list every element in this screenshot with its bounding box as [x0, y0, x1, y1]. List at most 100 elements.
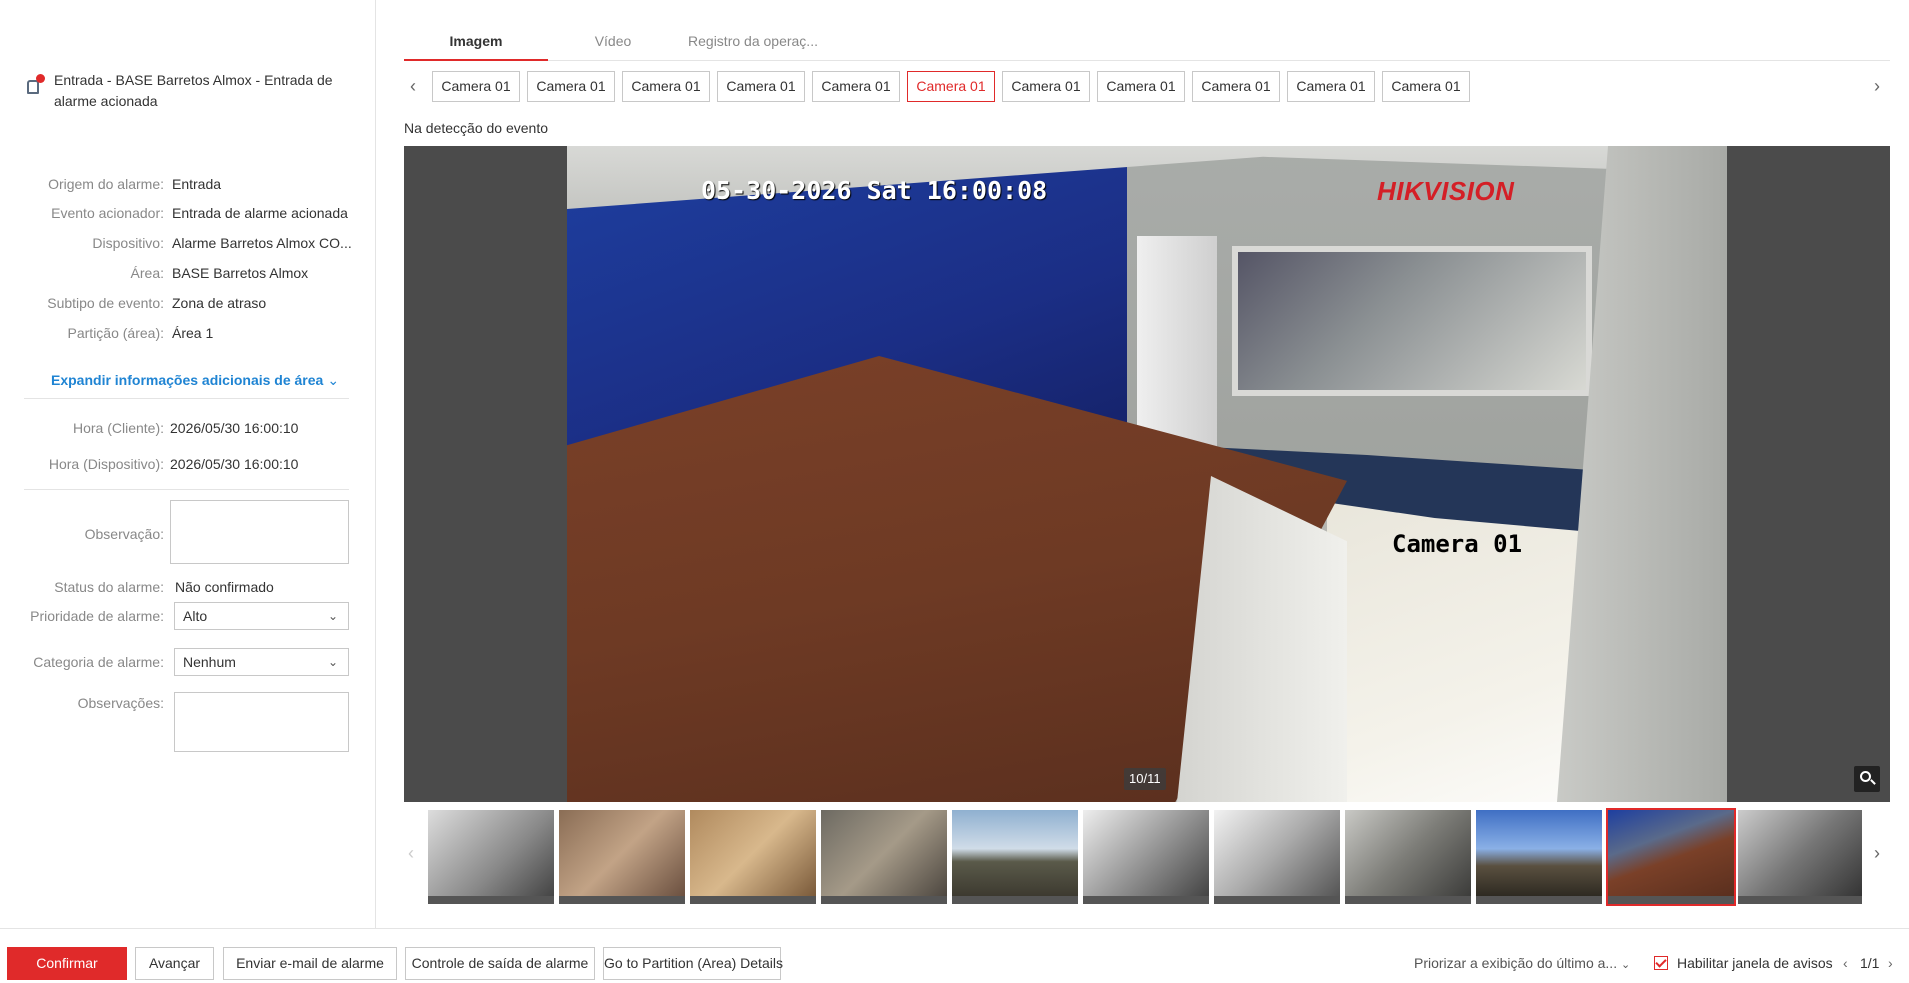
info-label: Subtipo de evento: [47, 295, 164, 311]
camera-button[interactable]: Camera 01 [1192, 71, 1280, 102]
camera-button[interactable]: Camera 01 [432, 71, 520, 102]
event-caption: Na detecção do evento [404, 120, 548, 136]
info-label: Área: [130, 265, 164, 281]
zoom-in-icon[interactable] [1854, 766, 1880, 792]
info-row-origem: Origem do alarme: Entrada [0, 173, 370, 195]
observacao-label: Observação: [84, 526, 164, 542]
prioridade-label: Prioridade de alarme: [30, 608, 164, 624]
chevron-down-icon: ⌄ [327, 609, 338, 623]
confirm-button[interactable]: Confirmar [7, 947, 127, 980]
prioridade-select[interactable]: Alto ⌄ [174, 602, 349, 630]
chevron-right-icon[interactable]: › [1888, 955, 1893, 971]
expand-area-info-link[interactable]: Expandir informações adicionais de área ⌄ [51, 372, 339, 389]
info-value: Entrada [172, 176, 222, 192]
thumbnail[interactable] [1214, 810, 1340, 904]
info-label: Evento acionador: [51, 205, 164, 221]
partition-details-button[interactable]: Go to Partition (Area) Details [603, 947, 783, 980]
priority-display-dropdown[interactable]: Priorizar a exibição do último a... ⌄ [1414, 955, 1630, 971]
tab-imagem[interactable]: Imagem [404, 25, 548, 61]
chevron-right-icon[interactable]: › [1874, 838, 1880, 869]
info-row-subtipo: Subtipo de evento: Zona de atraso [0, 292, 370, 314]
camera-button[interactable]: Camera 01 [1382, 71, 1470, 102]
thumbnail[interactable] [690, 810, 816, 904]
camera-button[interactable]: Camera 01 [622, 71, 710, 102]
categoria-value: Nenhum [183, 654, 236, 670]
thumbnail[interactable] [821, 810, 947, 904]
enable-popup-label: Habilitar janela de avisos [1677, 955, 1833, 971]
chevron-left-icon[interactable]: ‹ [410, 71, 416, 102]
divider [24, 398, 349, 399]
alarm-detail-panel: Entrada - BASE Barretos Almox - Entrada … [0, 0, 376, 928]
time-label: Hora (Dispositivo): [48, 456, 164, 472]
thumbnail[interactable] [428, 810, 554, 904]
prioridade-value: Alto [183, 608, 208, 624]
chevron-down-icon: ⌄ [327, 655, 338, 669]
categoria-label: Categoria de alarme: [33, 654, 164, 670]
info-value: Área 1 [172, 325, 214, 341]
tab-video[interactable]: Vídeo [548, 25, 678, 61]
thumbnail-strip: ‹ › [404, 808, 1890, 906]
info-row-particao: Partição (área): Área 1 [0, 322, 370, 344]
camera-button[interactable]: Camera 01 [527, 71, 615, 102]
time-value: 2026/05/30 16:00:10 [170, 420, 299, 436]
alarm-output-button[interactable]: Controle de saída de alarme [405, 947, 595, 980]
chevron-left-icon[interactable]: ‹ [1843, 955, 1848, 971]
thumbnail[interactable] [1345, 810, 1471, 904]
info-label: Dispositivo: [92, 235, 164, 251]
info-value: Entrada de alarme acionada [172, 205, 348, 221]
time-label: Hora (Cliente): [72, 420, 164, 436]
tab-registro[interactable]: Registro da operaç... [678, 25, 828, 61]
osd-timestamp: 05-30-2026 Sat 16:00:08 [701, 176, 1048, 205]
alarm-title: Entrada - BASE Barretos Almox - Entrada … [54, 72, 333, 109]
image-counter: 10/11 [1124, 768, 1166, 790]
page-indicator: 1/1 [1860, 955, 1880, 971]
camera-button[interactable]: Camera 01 [1287, 71, 1375, 102]
observacoes-field[interactable] [174, 692, 349, 752]
double-chevron-down-icon: ⌄ [327, 372, 340, 388]
time-row-dispositivo: Hora (Dispositivo): 2026/05/30 16:00:10 [0, 453, 370, 475]
time-row-cliente: Hora (Cliente): 2026/05/30 16:00:10 [0, 417, 370, 439]
camera-snapshot: 05-30-2026 Sat 16:00:08 HIKVISION Camera… [567, 146, 1727, 802]
info-value: BASE Barretos Almox [172, 265, 309, 281]
tab-bar: Imagem Vídeo Registro da operaç... [404, 25, 1890, 61]
observacoes-label: Observações: [77, 695, 164, 711]
thumbnail[interactable] [1738, 810, 1862, 904]
alarm-bell-icon [24, 74, 46, 96]
info-label: Partição (área): [67, 325, 164, 341]
status-row: Status do alarme: Não confirmado [0, 576, 370, 598]
camera-button[interactable]: Camera 01 [1097, 71, 1185, 102]
expand-label: Expandir informações adicionais de área [51, 372, 324, 388]
divider [24, 489, 349, 490]
status-value: Não confirmado [175, 579, 274, 595]
camera-button[interactable]: Camera 01 [1002, 71, 1090, 102]
chevron-left-icon[interactable]: ‹ [408, 838, 414, 869]
camera-selector: ‹ Camera 01 Camera 01 Camera 01 Camera 0… [404, 71, 1890, 103]
info-row-evento: Evento acionador: Entrada de alarme acio… [0, 202, 370, 224]
info-label: Origem do alarme: [48, 176, 164, 192]
status-label: Status do alarme: [54, 579, 164, 595]
send-email-button[interactable]: Enviar e-mail de alarme [223, 947, 397, 980]
enable-popup-checkbox[interactable] [1654, 956, 1668, 970]
image-viewer[interactable]: 05-30-2026 Sat 16:00:08 HIKVISION Camera… [404, 146, 1890, 802]
osd-brand-logo: HIKVISION [1377, 176, 1515, 206]
time-value: 2026/05/30 16:00:10 [170, 456, 299, 472]
info-value: Zona de atraso [172, 295, 267, 311]
thumbnail[interactable] [952, 810, 1078, 904]
action-bar: Confirmar Avançar Enviar e-mail de alarm… [0, 928, 1909, 983]
camera-button-active[interactable]: Camera 01 [907, 71, 995, 102]
observacao-field[interactable] [170, 500, 349, 564]
chevron-right-icon[interactable]: › [1874, 71, 1880, 102]
info-value: Alarme Barretos Almox CO... [172, 235, 352, 251]
alarm-header: Entrada - BASE Barretos Almox - Entrada … [24, 70, 354, 112]
thumbnail-active[interactable] [1606, 808, 1736, 906]
camera-button[interactable]: Camera 01 [717, 71, 805, 102]
info-row-area: Área: BASE Barretos Almox [0, 262, 370, 284]
scene-window [1232, 246, 1592, 396]
camera-button[interactable]: Camera 01 [812, 71, 900, 102]
thumbnail[interactable] [1083, 810, 1209, 904]
categoria-select[interactable]: Nenhum ⌄ [174, 648, 349, 676]
chevron-down-icon: ⌄ [1620, 959, 1631, 971]
thumbnail[interactable] [559, 810, 685, 904]
thumbnail[interactable] [1476, 810, 1602, 904]
next-button[interactable]: Avançar [135, 947, 214, 980]
